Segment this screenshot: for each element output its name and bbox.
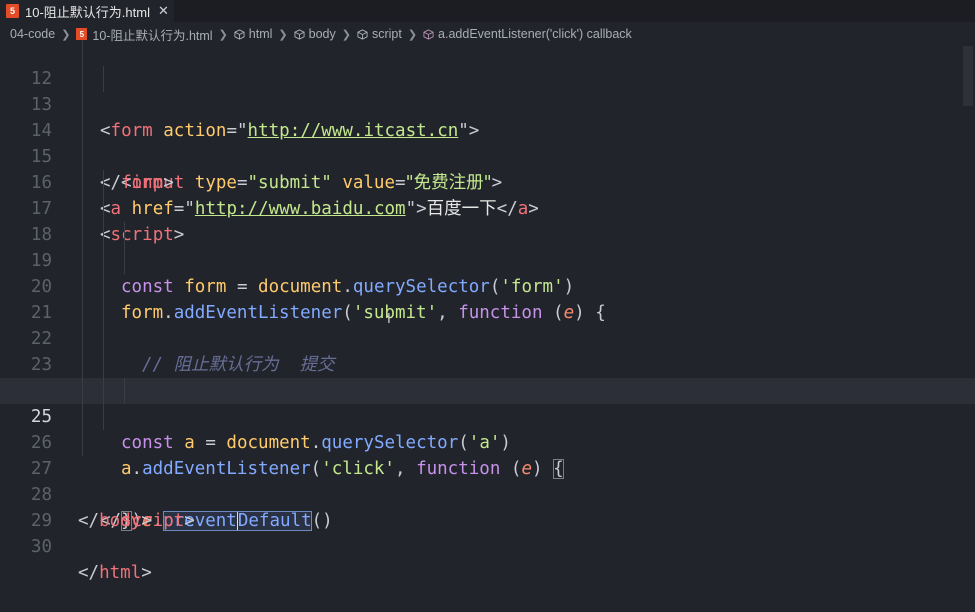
code-line: 17 const form = document.querySelector('… bbox=[0, 170, 975, 297]
breadcrumb-item-folder[interactable]: 04-code bbox=[10, 27, 55, 41]
line-number: 30 bbox=[30, 537, 52, 557]
indent-guide bbox=[82, 326, 83, 352]
chevron-right-icon: ❯ bbox=[218, 28, 228, 41]
code-line: 15 <a href="http://www.baidu.com">百度一下</… bbox=[0, 118, 975, 219]
code-line: 30 </html> bbox=[0, 508, 975, 583]
code-line: 27 </script> bbox=[0, 430, 975, 531]
tab-bar: 5 10-阻止默认行为.html ✕ bbox=[0, 0, 975, 22]
indent-guide bbox=[103, 170, 104, 196]
indent-guide bbox=[82, 170, 83, 196]
tab-title: 10-阻止默认行为.html bbox=[25, 4, 150, 20]
code-line: 19 // 阻止默认行为 提交 bbox=[0, 222, 975, 375]
code-line: 13 <input type="submit" value="免费注册"> bbox=[0, 66, 975, 193]
code-line: 23 const a = document.querySelector('a') bbox=[0, 326, 975, 453]
code-line: 14 </form> bbox=[0, 92, 975, 193]
indent-guide bbox=[103, 222, 104, 248]
indent-guide bbox=[82, 118, 83, 144]
indent-guide bbox=[82, 404, 83, 430]
html5-icon: 5 bbox=[6, 4, 19, 18]
element-cube-icon bbox=[294, 28, 305, 40]
mouse-ibeam-icon: I bbox=[387, 312, 391, 327]
indent-guide bbox=[82, 222, 83, 248]
element-cube-icon bbox=[357, 28, 368, 40]
indent-guide bbox=[82, 352, 83, 378]
chevron-right-icon: ❯ bbox=[407, 28, 418, 41]
breadcrumb-item-callback[interactable]: a.addEventListener('click') callback bbox=[423, 27, 632, 41]
breadcrumb-item-html[interactable]: html bbox=[234, 27, 273, 41]
indent-guide bbox=[82, 378, 83, 404]
function-cube-icon bbox=[423, 28, 434, 40]
indent-guide bbox=[82, 66, 83, 92]
indent-guide bbox=[82, 248, 83, 274]
indent-guide bbox=[103, 66, 104, 92]
indent-guide bbox=[103, 404, 104, 430]
code-line-active: 25 e.preventDefault() bbox=[0, 378, 975, 531]
breadcrumb-html-label: html bbox=[248, 27, 273, 41]
scrollbar-thumb[interactable] bbox=[963, 46, 973, 106]
code-line: 22 bbox=[0, 300, 975, 349]
code-line: 28 </body> bbox=[0, 456, 975, 531]
breadcrumb-script-label: script bbox=[371, 27, 402, 41]
code-line: 24 a.addEventListener('click', function … bbox=[0, 352, 975, 479]
indent-guide bbox=[124, 248, 125, 274]
indent-guide bbox=[103, 300, 104, 326]
breadcrumb-body-label: body bbox=[308, 27, 336, 41]
indent-guide bbox=[82, 430, 83, 456]
indent-guide bbox=[82, 300, 83, 326]
code-editor[interactable]: 12 <form action="http://www.itcast.cn"> … bbox=[0, 40, 975, 583]
breadcrumb-item-script[interactable]: script bbox=[357, 27, 402, 41]
code-line: 21 }) bbox=[0, 274, 975, 401]
breadcrumb-item-body[interactable]: body bbox=[294, 27, 336, 41]
indent-guide bbox=[82, 144, 83, 170]
breadcrumb-callback-label: a.addEventListener('click') callback bbox=[438, 27, 632, 41]
editor-tab[interactable]: 5 10-阻止默认行为.html ✕ bbox=[0, 0, 174, 22]
indent-guide bbox=[82, 40, 83, 66]
vertical-scrollbar[interactable] bbox=[961, 46, 975, 578]
indent-guide bbox=[103, 196, 104, 222]
element-cube-icon bbox=[234, 28, 245, 40]
code-line: 20 e.preventDefault() bbox=[0, 248, 975, 401]
close-icon[interactable]: ✕ bbox=[158, 3, 169, 19]
indent-guide bbox=[82, 274, 83, 300]
code-line: 26 }) bbox=[0, 404, 975, 531]
html5-icon: 5 bbox=[76, 28, 88, 40]
indent-guide bbox=[82, 92, 83, 118]
code-line: 16 <script> bbox=[0, 144, 975, 245]
code-content: </html> bbox=[78, 563, 152, 583]
chevron-right-icon: ❯ bbox=[341, 28, 351, 41]
indent-guide bbox=[82, 196, 83, 222]
code-line: 29 bbox=[0, 482, 975, 531]
code-line: 12 <form action="http://www.itcast.cn"> bbox=[0, 40, 975, 141]
indent-guide bbox=[103, 274, 104, 300]
chevron-right-icon: ❯ bbox=[61, 28, 71, 41]
indent-guide bbox=[124, 378, 125, 404]
indent-guide bbox=[103, 352, 104, 378]
indent-guide bbox=[103, 248, 104, 274]
chevron-right-icon: ❯ bbox=[278, 28, 288, 41]
indent-guide bbox=[103, 326, 104, 352]
code-line: 18 form.addEventListener('submit', funct… bbox=[0, 196, 975, 323]
indent-guide bbox=[124, 222, 125, 248]
indent-guide bbox=[103, 378, 104, 404]
tag-name: html bbox=[99, 563, 142, 583]
